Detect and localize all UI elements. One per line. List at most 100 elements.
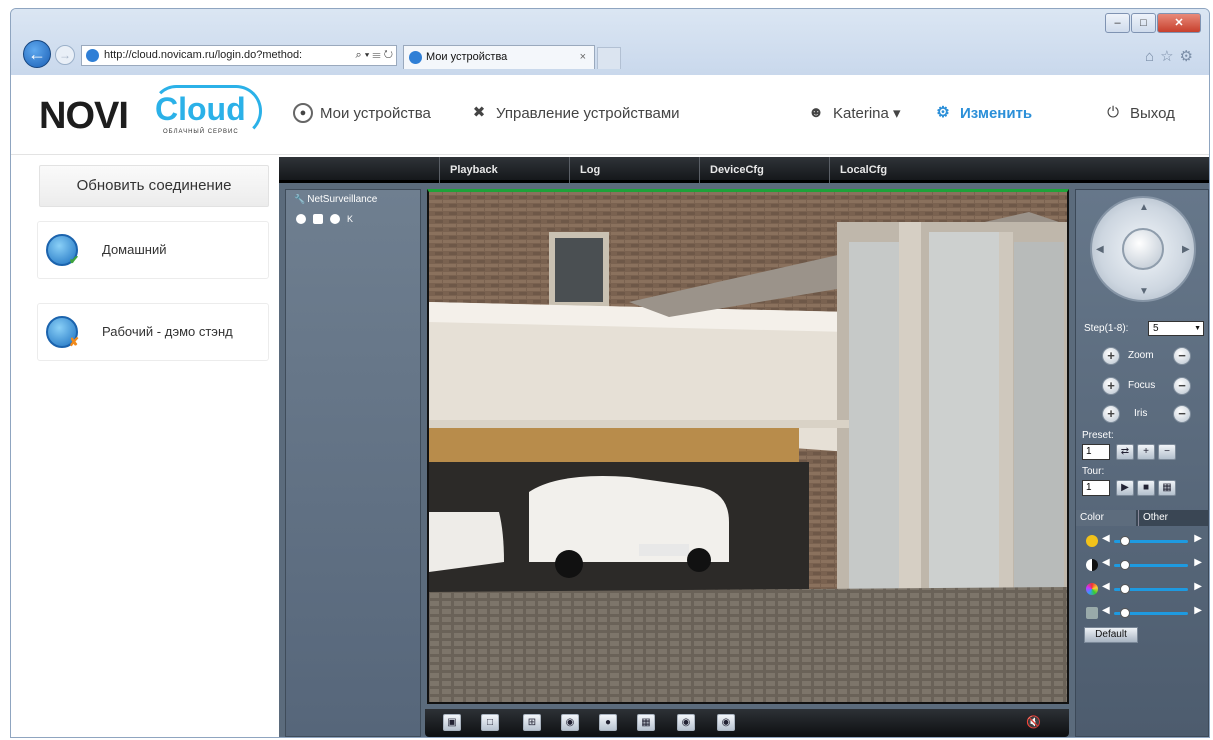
ptz-panel: ▲ ▼ ◀ ▶ Step(1-8): 5 + Zoom − + Focus − …: [1075, 189, 1209, 737]
browser-tab[interactable]: Мои устройства ×: [403, 45, 595, 69]
tab-devicecfg[interactable]: DeviceCfg: [699, 157, 829, 183]
device-item-work-demo[interactable]: ✘ Рабочий - дэмо стэнд: [37, 303, 269, 361]
iris-open-icon[interactable]: +: [1102, 405, 1120, 423]
tree-root-netsurveillance[interactable]: NetSurveillance: [294, 194, 377, 205]
preset-remove-icon[interactable]: −: [1158, 444, 1176, 460]
saturation-slider[interactable]: ◀ ▶: [1086, 581, 1202, 596]
nav-my-devices-label: Мои устройства: [320, 104, 431, 122]
tab-log[interactable]: Log: [569, 157, 699, 183]
web-page: NOVI Cloud ОБЛАЧНЫЙ СЕРВИС ● Мои устройс…: [11, 75, 1209, 737]
quad-view-icon[interactable]: ⊞: [523, 714, 541, 731]
device-name: Рабочий - дэмо стэнд: [102, 324, 233, 339]
hue-slider[interactable]: ◀ ▶: [1086, 605, 1202, 620]
device-item-home[interactable]: ✔ Домашний: [37, 221, 269, 279]
preset-add-icon[interactable]: +: [1137, 444, 1155, 460]
image-settings-tabs: Color Other: [1076, 510, 1208, 526]
globe-icon: ●: [293, 103, 313, 123]
zoom-label: Zoom: [1128, 350, 1154, 361]
tour-input[interactable]: 1: [1082, 480, 1110, 496]
slider-knob[interactable]: [1120, 608, 1130, 618]
focus-label: Focus: [1128, 380, 1156, 391]
home-favorites-settings-icons[interactable]: ⌂☆⚙: [1145, 47, 1199, 65]
forward-button[interactable]: →: [55, 45, 75, 65]
step-select[interactable]: 5: [1148, 321, 1204, 336]
snapshot-icon[interactable]: ◉: [561, 714, 579, 731]
ptz-center-button[interactable]: [1122, 228, 1164, 270]
nav-edit[interactable]: ⚙ Изменить: [933, 103, 1032, 123]
user-menu[interactable]: ☻ Katerina ▾: [806, 103, 901, 123]
tab-playback[interactable]: Playback: [439, 157, 569, 183]
offline-x-icon: ✘: [68, 335, 80, 349]
logo-cloud: Cloud: [155, 91, 246, 127]
nav-logout[interactable]: ⏻ Выход: [1103, 103, 1175, 123]
decrease-icon[interactable]: ◀: [1102, 557, 1110, 568]
single-view-icon[interactable]: □: [481, 714, 499, 731]
address-controls[interactable]: ⌕ ▾ ☰ ↻: [351, 46, 393, 65]
tab-color[interactable]: Color: [1076, 510, 1136, 526]
record-icon[interactable]: [296, 214, 306, 224]
increase-icon[interactable]: ▶: [1194, 533, 1202, 544]
address-url: http://cloud.novicam.ru/login.do?method:: [104, 49, 303, 61]
default-button[interactable]: Default: [1084, 627, 1138, 643]
volume-icon[interactable]: 🔇: [1026, 715, 1041, 729]
ptz-right-icon[interactable]: ▶: [1182, 244, 1190, 255]
increase-icon[interactable]: ▶: [1194, 605, 1202, 616]
user-name: Katerina ▾: [833, 105, 901, 122]
tab-localcfg[interactable]: LocalCfg: [829, 157, 959, 183]
camera-off-icon[interactable]: ◉: [717, 714, 735, 731]
preset-label: Preset:: [1082, 430, 1114, 441]
record-stop-icon[interactable]: ●: [599, 714, 617, 731]
fullscreen-icon[interactable]: ▣: [443, 714, 461, 731]
brightness-slider[interactable]: ◀ ▶: [1086, 533, 1202, 548]
camera-icon[interactable]: ◉: [677, 714, 695, 731]
tour-play-icon[interactable]: ▶: [1116, 480, 1134, 496]
tree-controls: K: [296, 214, 353, 224]
decrease-icon[interactable]: ◀: [1102, 605, 1110, 616]
zoom-out-icon[interactable]: −: [1173, 347, 1191, 365]
iris-close-icon[interactable]: −: [1173, 405, 1191, 423]
talk-icon[interactable]: [330, 214, 340, 224]
live-video-view[interactable]: [427, 189, 1069, 704]
preset-input[interactable]: 1: [1082, 444, 1110, 460]
decrease-icon[interactable]: ◀: [1102, 581, 1110, 592]
close-window-button[interactable]: ✕: [1157, 13, 1201, 33]
tour-stop-icon[interactable]: ■: [1137, 480, 1155, 496]
ptz-left-icon[interactable]: ◀: [1096, 244, 1104, 255]
ptz-direction-pad[interactable]: ▲ ▼ ◀ ▶: [1090, 196, 1196, 302]
logo-subtitle: ОБЛАЧНЫЙ СЕРВИС: [163, 129, 239, 135]
decrease-icon[interactable]: ◀: [1102, 533, 1110, 544]
refresh-connection-button[interactable]: Обновить соединение: [39, 165, 269, 207]
slider-knob[interactable]: [1120, 560, 1130, 570]
tour-grid-icon[interactable]: ▦: [1158, 480, 1176, 496]
back-button[interactable]: ←: [23, 40, 51, 68]
nav-my-devices[interactable]: ● Мои устройства: [293, 103, 431, 123]
tree-k-label: K: [347, 214, 354, 224]
ptz-down-icon[interactable]: ▼: [1139, 286, 1149, 297]
increase-icon[interactable]: ▶: [1194, 581, 1202, 592]
preset-goto-icon[interactable]: ⇄: [1116, 444, 1134, 460]
focus-in-icon[interactable]: +: [1102, 377, 1120, 395]
minimize-button[interactable]: –: [1105, 13, 1130, 33]
address-bar[interactable]: http://cloud.novicam.ru/login.do?method:…: [81, 45, 397, 66]
increase-icon[interactable]: ▶: [1194, 557, 1202, 568]
play-icon[interactable]: [313, 214, 323, 224]
focus-out-icon[interactable]: −: [1173, 377, 1191, 395]
tour-label: Tour:: [1082, 466, 1105, 477]
zoom-in-icon[interactable]: +: [1102, 347, 1120, 365]
tab-other[interactable]: Other: [1138, 510, 1208, 526]
novicloud-logo[interactable]: NOVI Cloud ОБЛАЧНЫЙ СЕРВИС: [39, 85, 269, 141]
window-controls: – □ ✕: [1104, 13, 1201, 33]
slider-knob[interactable]: [1120, 584, 1130, 594]
client-tab-bar: Playback Log DeviceCfg LocalCfg: [279, 157, 1209, 183]
contrast-slider[interactable]: ◀ ▶: [1086, 557, 1202, 572]
ptz-up-icon[interactable]: ▲: [1139, 202, 1149, 213]
nav-manage-devices[interactable]: ✖ Управление устройствами: [469, 103, 680, 123]
slider-knob[interactable]: [1120, 536, 1130, 546]
image-icon[interactable]: ▦: [637, 714, 655, 731]
browser-titlebar: – □ ✕ ← → http://cloud.novicam.ru/login.…: [11, 9, 1209, 75]
maximize-button[interactable]: □: [1131, 13, 1156, 33]
tab-close-icon[interactable]: ×: [580, 46, 586, 68]
new-tab-button[interactable]: [597, 47, 621, 69]
online-check-icon: ✔: [68, 253, 80, 267]
brightness-icon: [1086, 535, 1098, 547]
